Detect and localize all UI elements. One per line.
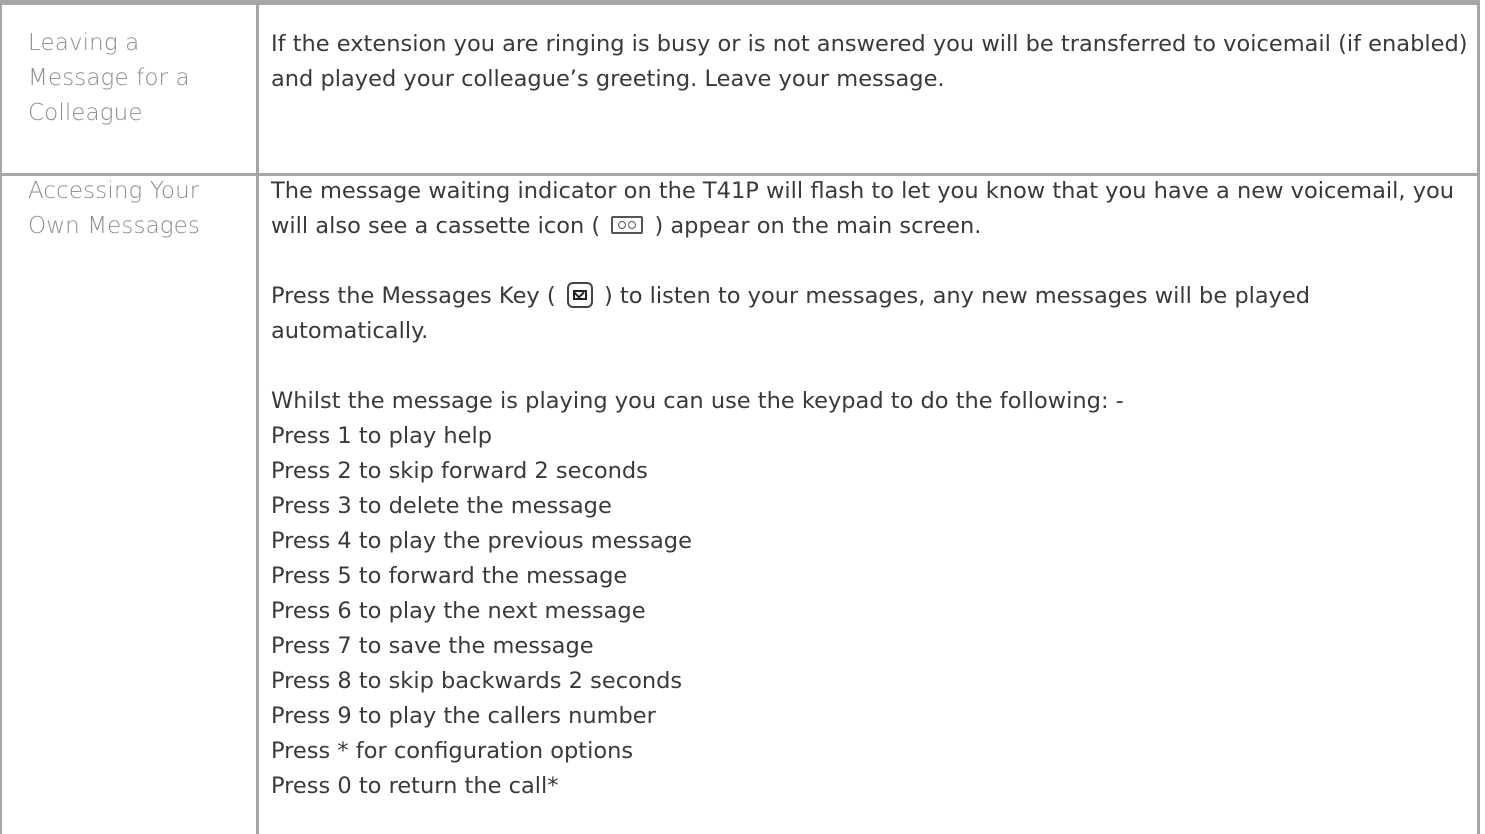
list-item: Press 7 to save the message [271,633,594,659]
list-item: Press 1 to play help [271,423,493,449]
row-content-leaving-message: If the extension you are ringing is busy… [271,27,1471,97]
row-label-leaving-message: Leaving a Message for a Colleague [28,30,190,126]
list-item: Press 0 to return the call* [271,773,559,799]
table-row-accessing-messages: Accessing Your Own Messages The message … [0,174,1480,834]
list-item: Press 4 to play the previous message [271,528,692,554]
messages-key-text-before: Press the Messages Key ( [271,283,556,309]
keypad-options-list: Press 1 to play help Press 2 to skip for… [271,419,1471,804]
keypad-intro: Whilst the message is playing you can us… [271,388,1124,414]
message-indicator-paragraph: The message waiting indicator on the T41… [271,174,1471,244]
list-item: Press 6 to play the next message [271,598,646,624]
table-row-leaving-message: Leaving a Message for a Colleague If the… [0,0,1480,176]
voicemail-instructions-table: Leaving a Message for a Colleague If the… [0,0,1485,834]
column-divider [256,174,259,834]
messages-key-paragraph: Press the Messages Key ( ) to listen to … [271,279,1471,349]
list-item: Press 8 to skip backwards 2 seconds [271,668,683,694]
list-item: Press 9 to play the callers number [271,703,656,729]
list-item: Press 5 to forward the message [271,563,628,589]
column-divider [256,5,259,173]
row-label-accessing-messages: Accessing Your Own Messages [28,178,200,239]
envelope-key-icon [566,281,593,308]
message-indicator-text-after: ) appear on the main screen. [654,213,982,239]
list-item: Press 3 to delete the message [271,493,612,519]
list-item: Press * for configuration options [271,738,634,764]
row-content-accessing-messages: The message waiting indicator on the T41… [271,174,1471,804]
cassette-icon [611,215,644,234]
list-item: Press 2 to skip forward 2 seconds [271,458,648,484]
leaving-message-text: If the extension you are ringing is busy… [271,31,1468,92]
